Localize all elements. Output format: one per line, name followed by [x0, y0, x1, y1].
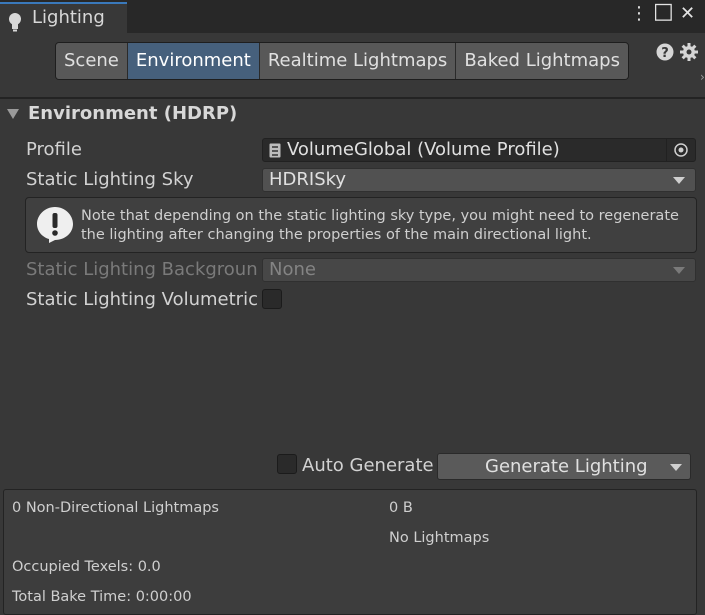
lighting-window-tab[interactable]: Lighting — [0, 2, 127, 33]
static-background-value: None — [269, 259, 316, 280]
lightmap-size: 0 B — [389, 500, 413, 516]
static-background-label: Static Lighting Background Clouds — [26, 259, 258, 280]
maximize-icon[interactable]: □ — [653, 1, 674, 23]
generate-lighting-label: Generate Lighting — [485, 456, 648, 477]
static-background-dropdown: None — [262, 258, 696, 282]
tab-scene[interactable]: Scene — [56, 43, 128, 79]
gear-icon[interactable] — [680, 43, 698, 61]
target-icon — [674, 143, 688, 157]
note-text: Note that depending on the static lighti… — [81, 208, 679, 243]
help-icon[interactable]: ? — [656, 43, 674, 61]
warning-info-icon — [37, 207, 73, 243]
lightmap-count: 0 Non-Directional Lightmaps — [12, 500, 219, 516]
info-helpbox: Note that depending on the static lighti… — [25, 197, 697, 253]
static-sky-value: HDRISky — [269, 169, 347, 190]
lightmap-stats-panel: 0 Non-Directional Lightmaps 0 B No Light… — [3, 489, 697, 615]
scroll-hint-icon: › — [700, 70, 705, 84]
static-volumetric-label: Static Lighting Volumetric Clouds — [26, 289, 258, 310]
auto-generate-checkbox[interactable] — [277, 454, 297, 474]
window-menu-icon[interactable]: ⋮ — [630, 4, 648, 24]
lighting-tab-bar: Scene Environment Realtime Lightmaps Bak… — [55, 42, 629, 80]
volume-profile-icon — [269, 143, 281, 158]
generate-lighting-button[interactable]: Generate Lighting — [437, 453, 691, 480]
profile-value: VolumeGlobal (Volume Profile) — [287, 139, 560, 160]
section-title: Environment (HDRP) — [28, 103, 238, 124]
no-lightmaps-text: No Lightmaps — [389, 530, 490, 546]
tab-realtime-lightmaps[interactable]: Realtime Lightmaps — [259, 43, 457, 79]
tab-environment[interactable]: Environment — [127, 43, 260, 79]
auto-generate-label: Auto Generate — [302, 455, 434, 476]
chevron-down-icon — [673, 267, 685, 274]
lightbulb-icon — [9, 13, 21, 32]
static-volumetric-checkbox[interactable] — [262, 289, 282, 309]
foldout-arrow-icon[interactable] — [7, 109, 19, 119]
window-title: Lighting — [32, 7, 105, 28]
chevron-down-icon[interactable] — [670, 464, 682, 471]
profile-object-field[interactable]: VolumeGlobal (Volume Profile) — [262, 138, 696, 162]
occupied-texels: Occupied Texels: 0.0 — [12, 559, 161, 575]
chevron-down-icon — [673, 177, 685, 184]
tab-baked-lightmaps[interactable]: Baked Lightmaps — [456, 43, 628, 79]
profile-label: Profile — [26, 139, 82, 160]
object-picker-button[interactable] — [666, 139, 695, 161]
static-sky-dropdown[interactable]: HDRISky — [262, 168, 696, 192]
close-icon[interactable]: ✕ — [680, 4, 695, 24]
static-sky-label: Static Lighting Sky — [26, 169, 194, 190]
svg-text:?: ? — [661, 46, 669, 61]
total-bake-time: Total Bake Time: 0:00:00 — [12, 589, 192, 605]
